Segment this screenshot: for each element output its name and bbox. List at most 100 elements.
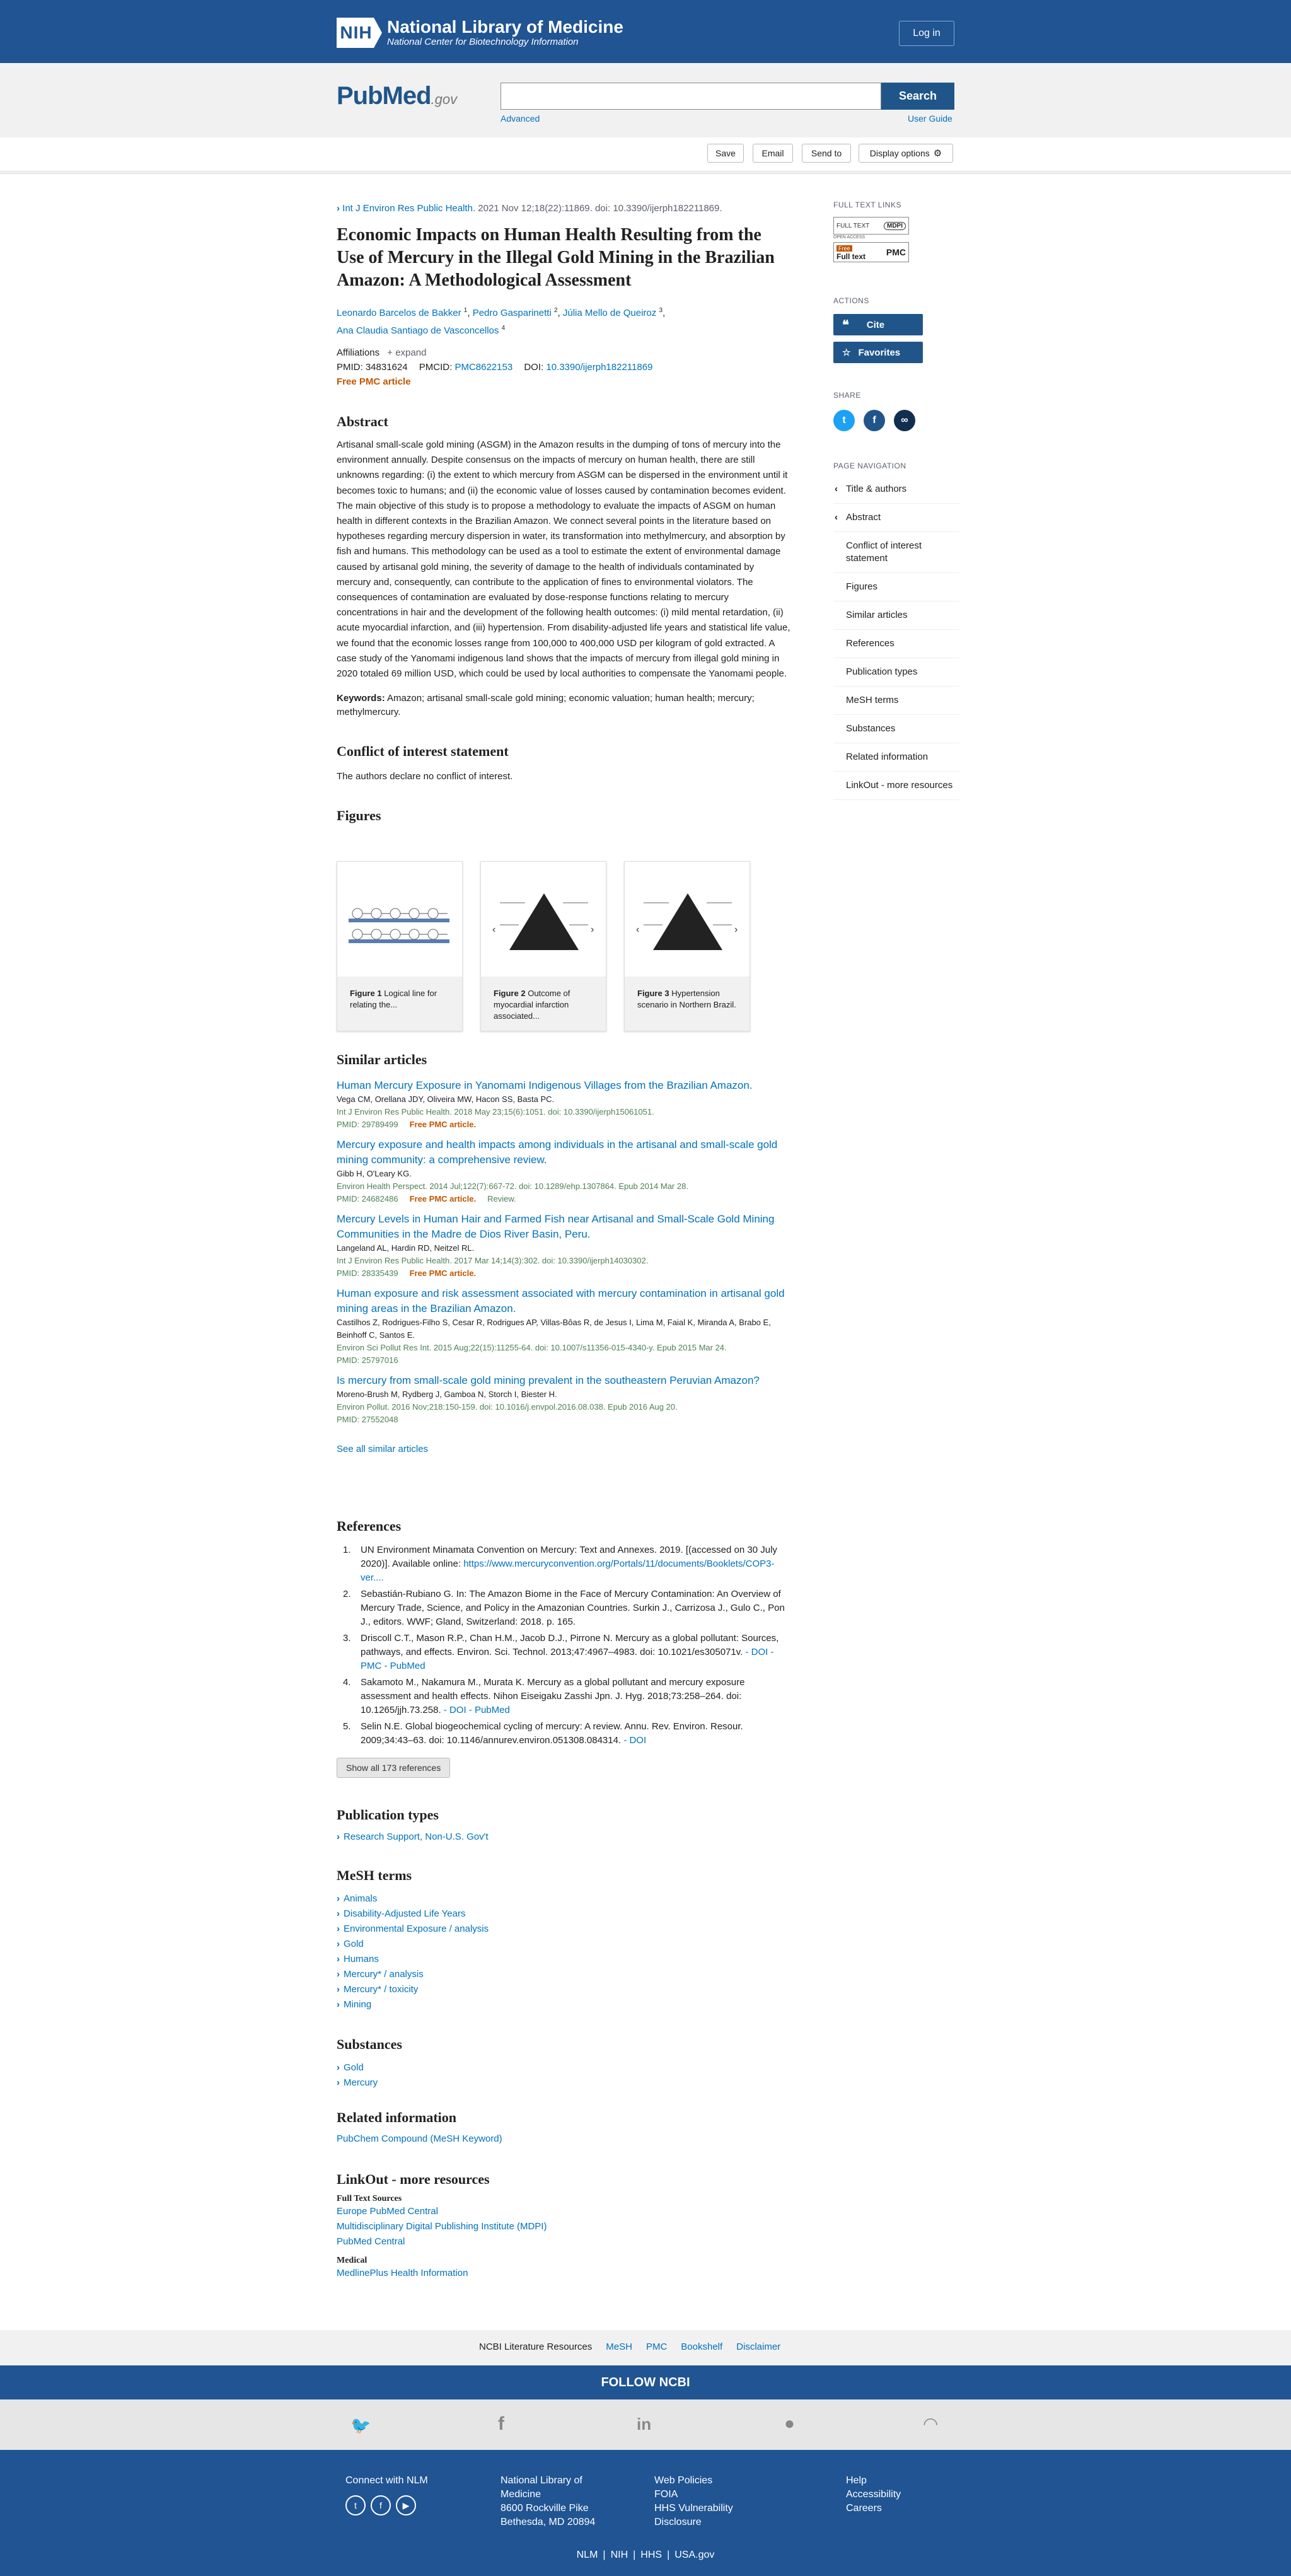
pmcid-link[interactable]: PMC8622153 [454,362,512,373]
login-button[interactable]: Log in [899,21,954,46]
pubtypes-heading: Publication types [337,1807,439,1823]
youtube-icon[interactable]: ▶ [396,2495,416,2515]
nlm-title: National Library of Medicine [387,17,623,37]
footer-link-mesh[interactable]: MeSH [606,2341,632,2352]
facebook-icon[interactable]: f [371,2495,391,2515]
similar-title-link[interactable]: Is mercury from small-scale gold mining … [337,1374,760,1386]
figure-card[interactable]: Figure 1 Logical line for relating the..… [337,861,463,1031]
references-heading: References [337,1518,402,1534]
mesh-item[interactable]: › Mercury* / analysis [337,1967,790,1982]
address-line: Medicine [501,2489,541,2500]
footer-link-pmc[interactable]: PMC [646,2341,667,2352]
similar-authors: Vega CM, Orellana JDY, Oliveira MW, Haco… [337,1094,555,1104]
doi-link[interactable]: 10.3390/ijerph182211869 [546,362,652,373]
reference-links[interactable]: - DOI [623,1735,646,1746]
link-icon[interactable]: ∞ [894,410,915,431]
nav-conflict[interactable]: Conflict of interest statement [833,532,959,573]
user-guide-link[interactable]: User Guide [908,113,952,124]
footer-link-usagov[interactable]: USA.gov [674,2550,714,2561]
footer-link-disclaimer[interactable]: Disclaimer [736,2341,780,2352]
mesh-item[interactable]: › Environmental Exposure / analysis [337,1922,790,1937]
rss-icon[interactable]: ◠ [923,2413,938,2434]
facebook-icon[interactable]: f [864,410,885,431]
cite-button[interactable]: ❝ Cite [833,314,923,335]
author-link[interactable]: Leonardo Barcelos de Bakker [337,308,461,318]
save-button[interactable]: Save [707,144,744,163]
nav-figures[interactable]: Figures [833,573,959,601]
linkout-link[interactable]: MedlinePlus Health Information [337,2266,790,2281]
pubtype-item[interactable]: › Research Support, Non-U.S. Gov't [337,1830,790,1845]
references-section: References 1. UN Environment Minamata Con… [337,1518,790,1778]
nav-related[interactable]: Related information [833,743,959,772]
mdpi-full-text-link[interactable]: FULL TEXT MDPI [833,217,909,235]
nih-logo[interactable]: NIH National Library of Medicine Nationa… [337,18,623,48]
author-sup[interactable]: 2 [554,307,558,314]
footer-link-bookshelf[interactable]: Bookshelf [681,2341,722,2352]
footer-link-nih[interactable]: NIH [611,2550,628,2561]
similar-title-link[interactable]: Human exposure and risk assessment assoc… [337,1287,785,1314]
linkout-link[interactable]: Multidisciplinary Digital Publishing Ins… [337,2219,790,2234]
figure-card[interactable]: ‹ › Figure 3 Hypertension scenario in Nor… [624,861,750,1031]
search-input[interactable] [501,83,881,110]
mesh-item[interactable]: › Mercury* / toxicity [337,1982,790,1997]
author-link[interactable]: Pedro Gasparinetti [473,308,552,318]
mesh-item[interactable]: › Mining [337,1997,790,2012]
footer-link-web-policies[interactable]: Web Policies [654,2474,733,2488]
see-all-similar-link[interactable]: See all similar articles [337,1444,790,1454]
twitter-icon[interactable]: t [833,410,855,431]
nav-publication-types[interactable]: Publication types [833,658,959,687]
figure-card[interactable]: ‹ › Figure 2 Outcome of myocardial infarc… [480,861,606,1031]
similar-title-link[interactable]: Human Mercury Exposure in Yanomami Indig… [337,1079,753,1091]
author-link[interactable]: Júlia Mello de Queiroz [563,308,656,318]
linkout-link[interactable]: Europe PubMed Central [337,2204,790,2219]
nav-mesh[interactable]: MeSH terms [833,687,959,715]
linkout-link[interactable]: PubMed Central [337,2234,790,2249]
footer-link-hhs-vulnerability[interactable]: HHS Vulnerability [654,2502,733,2515]
nav-references[interactable]: References [833,630,959,658]
related-link[interactable]: PubChem Compound (MeSH Keyword) [337,2133,790,2144]
similar-title-link[interactable]: Mercury Levels in Human Hair and Farmed … [337,1213,774,1240]
send-to-button[interactable]: Send to [802,144,851,163]
free-pmc-badge: Free PMC article [337,376,411,387]
footer-link-disclosure[interactable]: Disclosure [654,2515,733,2529]
search-button[interactable]: Search [881,83,954,110]
pubmed-logo[interactable]: PubMed.gov [337,82,457,110]
footer-link-careers[interactable]: Careers [846,2502,901,2515]
journal-link[interactable]: Int J Environ Res Public Health [342,203,473,214]
author-sup[interactable]: 1 [464,307,468,314]
footer-link-hhs[interactable]: HHS [640,2550,662,2561]
author-sup[interactable]: 3 [659,307,663,314]
email-button[interactable]: Email [753,144,793,163]
show-all-references-button[interactable]: Show all 173 references [337,1758,451,1778]
footer-link-help[interactable]: Help [846,2474,901,2488]
mesh-item[interactable]: › Gold [337,1937,790,1952]
display-options-button[interactable]: Display options ⚙ [859,144,953,163]
github-icon[interactable]: ● [784,2413,795,2434]
substance-item[interactable]: › Mercury [337,2075,790,2091]
twitter-icon[interactable]: t [345,2495,366,2515]
nav-similar[interactable]: Similar articles [833,601,959,630]
mesh-item[interactable]: › Disability-Adjusted Life Years [337,1906,790,1922]
footer-link-nlm[interactable]: NLM [577,2550,598,2561]
facebook-icon[interactable]: f [498,2413,504,2435]
favorites-button[interactable]: ☆ Favorites [833,342,923,363]
expand-toggle[interactable]: + expand [387,347,426,358]
twitter-icon[interactable]: 🐦 [350,2416,371,2435]
nav-linkout[interactable]: LinkOut - more resources [833,772,959,800]
nav-substances[interactable]: Substances [833,715,959,743]
author-sup[interactable]: 4 [502,325,506,332]
footer-link-accessibility[interactable]: Accessibility [846,2488,901,2502]
mesh-item[interactable]: › Humans [337,1952,790,1967]
reference-links[interactable]: - DOI - PubMed [444,1705,510,1715]
author-link[interactable]: Ana Claudia Santiago de Vasconcellos [337,325,499,336]
mesh-item[interactable]: › Animals [337,1891,790,1906]
substance-item[interactable]: › Gold [337,2060,790,2075]
advanced-search-link[interactable]: Advanced [501,113,540,124]
nav-title-authors[interactable]: ‹ Title & authors [833,475,959,504]
pmc-full-text-link[interactable]: Free Full text PMC [833,242,909,262]
nav-label: Publication types [846,666,918,677]
linkedin-icon[interactable]: in [637,2415,651,2434]
footer-link-foia[interactable]: FOIA [654,2488,733,2502]
nav-abstract[interactable]: ‹ Abstract [833,504,959,532]
similar-title-link[interactable]: Mercury exposure and health impacts amon… [337,1139,777,1166]
